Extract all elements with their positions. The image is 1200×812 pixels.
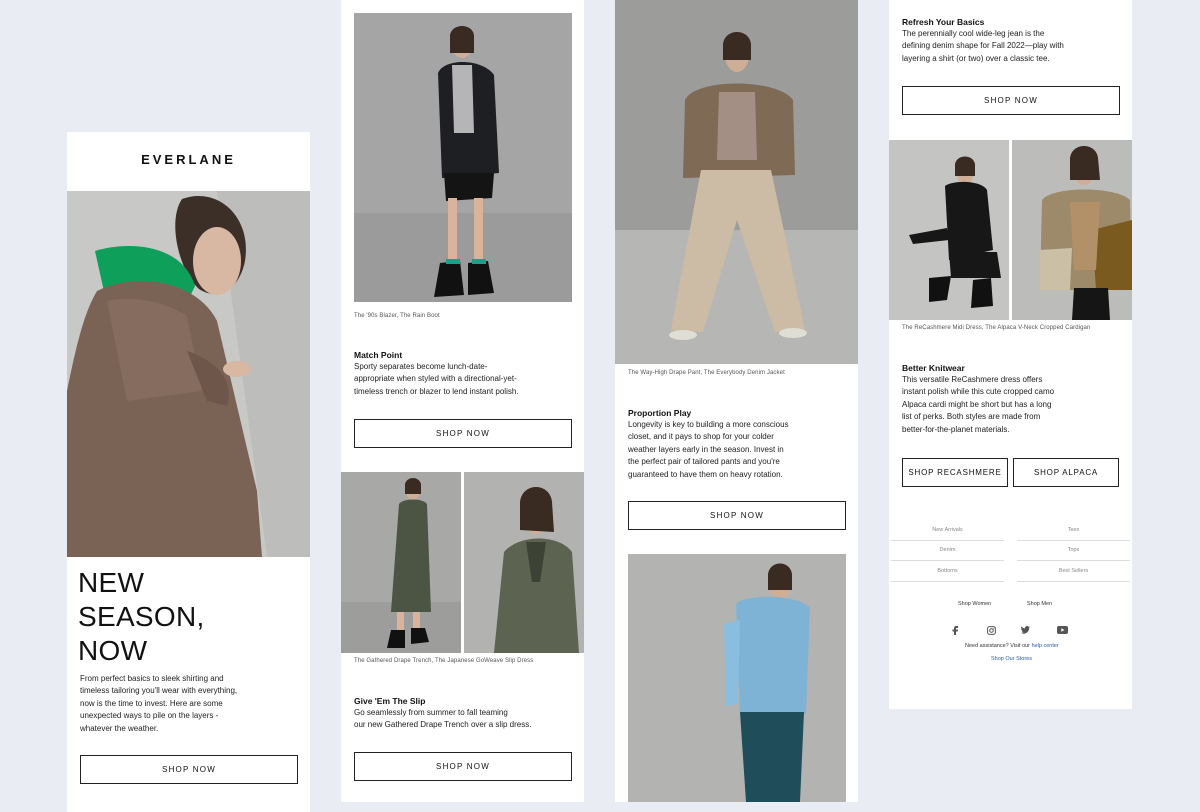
footer-link-new-arrivals[interactable]: New Arrivals xyxy=(891,527,1004,533)
email-column-knitwear: Refresh Your Basics The perennially cool… xyxy=(889,0,1132,709)
email-column-proportion-play: The Way-High Drape Pant, The Everybody D… xyxy=(615,0,858,802)
body-line: guaranteed to have them on heavy rotatio… xyxy=(628,469,783,479)
hero-photo-model-in-check-trench xyxy=(67,191,310,557)
denim-jacket-photo[interactable] xyxy=(628,554,846,802)
intro-line: timeless tailoring you'll wear with ever… xyxy=(80,686,238,696)
facebook-icon[interactable] xyxy=(950,625,960,635)
footer-link-tops[interactable]: Tops xyxy=(1017,547,1130,553)
section-body: Sporty separates become lunch-date- appr… xyxy=(354,361,519,398)
footer-link-denim[interactable]: Denim xyxy=(891,547,1004,553)
photo-caption: The ReCashmere Midi Dress, The Alpaca V-… xyxy=(902,325,1091,331)
section-title: Better Knitwear xyxy=(902,363,965,373)
twitter-icon[interactable] xyxy=(1020,625,1030,635)
section-body: Longevity is key to building a more cons… xyxy=(628,419,789,481)
body-line: Alpaca cardi might be short but has a lo… xyxy=(902,399,1052,409)
body-line: closet, and it pays to shop for your col… xyxy=(628,432,774,442)
intro-line: whatever the weather. xyxy=(80,723,159,733)
everlane-logo[interactable]: EVERLANE xyxy=(67,152,310,167)
model-in-blue-shirt-photo xyxy=(628,554,846,802)
photo-caption: The Gathered Drape Trench, The Japanese … xyxy=(354,658,534,664)
section-body: The perennially cool wide-leg jean is th… xyxy=(902,28,1064,65)
section-title: Proportion Play xyxy=(628,408,692,418)
body-line: instant polish while this cute cropped c… xyxy=(902,387,1055,397)
model-in-camo-cardigan-photo xyxy=(1012,140,1132,320)
body-line: weather layers early in the season. Inve… xyxy=(628,444,784,454)
footer-divider xyxy=(1017,581,1130,582)
section-title: Match Point xyxy=(354,350,403,360)
intro-paragraph: From perfect basics to sleek shirting an… xyxy=(80,673,237,735)
footer-divider xyxy=(1017,540,1130,541)
model-in-olive-trench-portrait-photo xyxy=(464,472,584,653)
instagram-icon[interactable] xyxy=(986,625,996,635)
shop-now-button[interactable]: SHOP NOW xyxy=(628,501,846,530)
assistance-text: Need assistance? Visit our help center xyxy=(965,643,1059,649)
intro-line: unexpected ways to pile on the layers - xyxy=(80,711,219,721)
model-in-olive-trench-full-photo xyxy=(341,472,461,653)
model-in-drape-pant-photo xyxy=(615,0,858,364)
intro-line: From perfect basics to sleek shirting an… xyxy=(80,674,224,683)
body-line: better-for-the-planet materials. xyxy=(902,424,1010,434)
body-line: the perfect pair of tailored pants and y… xyxy=(628,457,780,467)
footer-divider xyxy=(1017,560,1130,561)
email-column-match-point: The '90s Blazer, The Rain Boot Match Poi… xyxy=(341,0,584,802)
shop-women-link[interactable]: Shop Women xyxy=(958,601,991,607)
body-line: our new Gathered Drape Trench over a sli… xyxy=(354,720,532,730)
model-in-black-dress-seated-photo xyxy=(889,140,1009,320)
drape-pant-photo[interactable] xyxy=(615,0,858,364)
shop-now-button[interactable]: SHOP NOW xyxy=(80,755,298,784)
shop-now-button[interactable]: SHOP NOW xyxy=(354,419,572,448)
assistance-label: Need assistance? Visit our xyxy=(965,643,1031,649)
section-body: Go seamlessly from summer to fall teamin… xyxy=(354,707,531,732)
footer-divider xyxy=(891,560,1004,561)
recashmere-dress-photo[interactable] xyxy=(889,140,1009,320)
headline-line-2: SEASON, xyxy=(78,601,205,632)
headline-line-1: NEW xyxy=(78,567,145,598)
shop-our-stores-link[interactable]: Shop Our Stores xyxy=(991,656,1032,662)
body-line: defining denim shape for Fall 2022—play … xyxy=(902,41,1064,51)
photo-caption: The Way-High Drape Pant, The Everybody D… xyxy=(628,370,785,376)
intro-line: now is the time to invest. Here are some xyxy=(80,698,223,708)
headline: NEW SEASON, NOW xyxy=(78,566,205,668)
shop-recashmere-button[interactable]: SHOP RECASHMERE xyxy=(902,458,1008,487)
photo-caption: The '90s Blazer, The Rain Boot xyxy=(354,313,440,319)
trench-photo-left[interactable] xyxy=(341,472,461,653)
footer-divider xyxy=(891,581,1004,582)
hero-photo[interactable] xyxy=(67,191,310,557)
alpaca-cardigan-photo[interactable] xyxy=(1012,140,1132,320)
model-in-black-blazer-photo xyxy=(354,13,572,302)
body-line: appropriate when styled with a direction… xyxy=(354,374,517,384)
body-line: layering a shirt (or two) over a classic… xyxy=(902,53,1050,63)
footer-link-tees[interactable]: Tees xyxy=(1017,527,1130,533)
body-line: This versatile ReCashmere dress offers xyxy=(902,375,1043,384)
footer-divider xyxy=(891,540,1004,541)
footer-link-bottoms[interactable]: Bottoms xyxy=(891,568,1004,574)
section-body: This versatile ReCashmere dress offers i… xyxy=(902,374,1054,436)
shop-now-button[interactable]: SHOP NOW xyxy=(354,752,572,781)
shop-now-button[interactable]: SHOP NOW xyxy=(902,86,1120,115)
headline-line-3: NOW xyxy=(78,635,148,666)
trench-photo-right[interactable] xyxy=(464,472,584,653)
body-line: Longevity is key to building a more cons… xyxy=(628,420,789,429)
youtube-icon[interactable] xyxy=(1056,625,1068,635)
body-line: The perennially cool wide-leg jean is th… xyxy=(902,29,1045,38)
shop-men-link[interactable]: Shop Men xyxy=(1027,601,1052,607)
help-center-link[interactable]: help center xyxy=(1032,643,1059,649)
email-column-intro: EVERLANE NEW SEASON, NOW From perfect ba… xyxy=(67,132,310,812)
section-title: Give 'Em The Slip xyxy=(354,696,426,706)
footer-link-best-sellers[interactable]: Best Sellers xyxy=(1017,568,1130,574)
shop-alpaca-button[interactable]: SHOP ALPACA xyxy=(1013,458,1119,487)
section-title: Refresh Your Basics xyxy=(902,17,985,27)
body-line: timeless trench or blazer to lend instan… xyxy=(354,386,519,396)
body-line: Sporty separates become lunch-date- xyxy=(354,362,488,371)
body-line: Go seamlessly from summer to fall teamin… xyxy=(354,708,508,717)
body-line: list of perks. Both styles are made from xyxy=(902,412,1041,422)
blazer-rain-boot-photo[interactable] xyxy=(354,13,572,302)
